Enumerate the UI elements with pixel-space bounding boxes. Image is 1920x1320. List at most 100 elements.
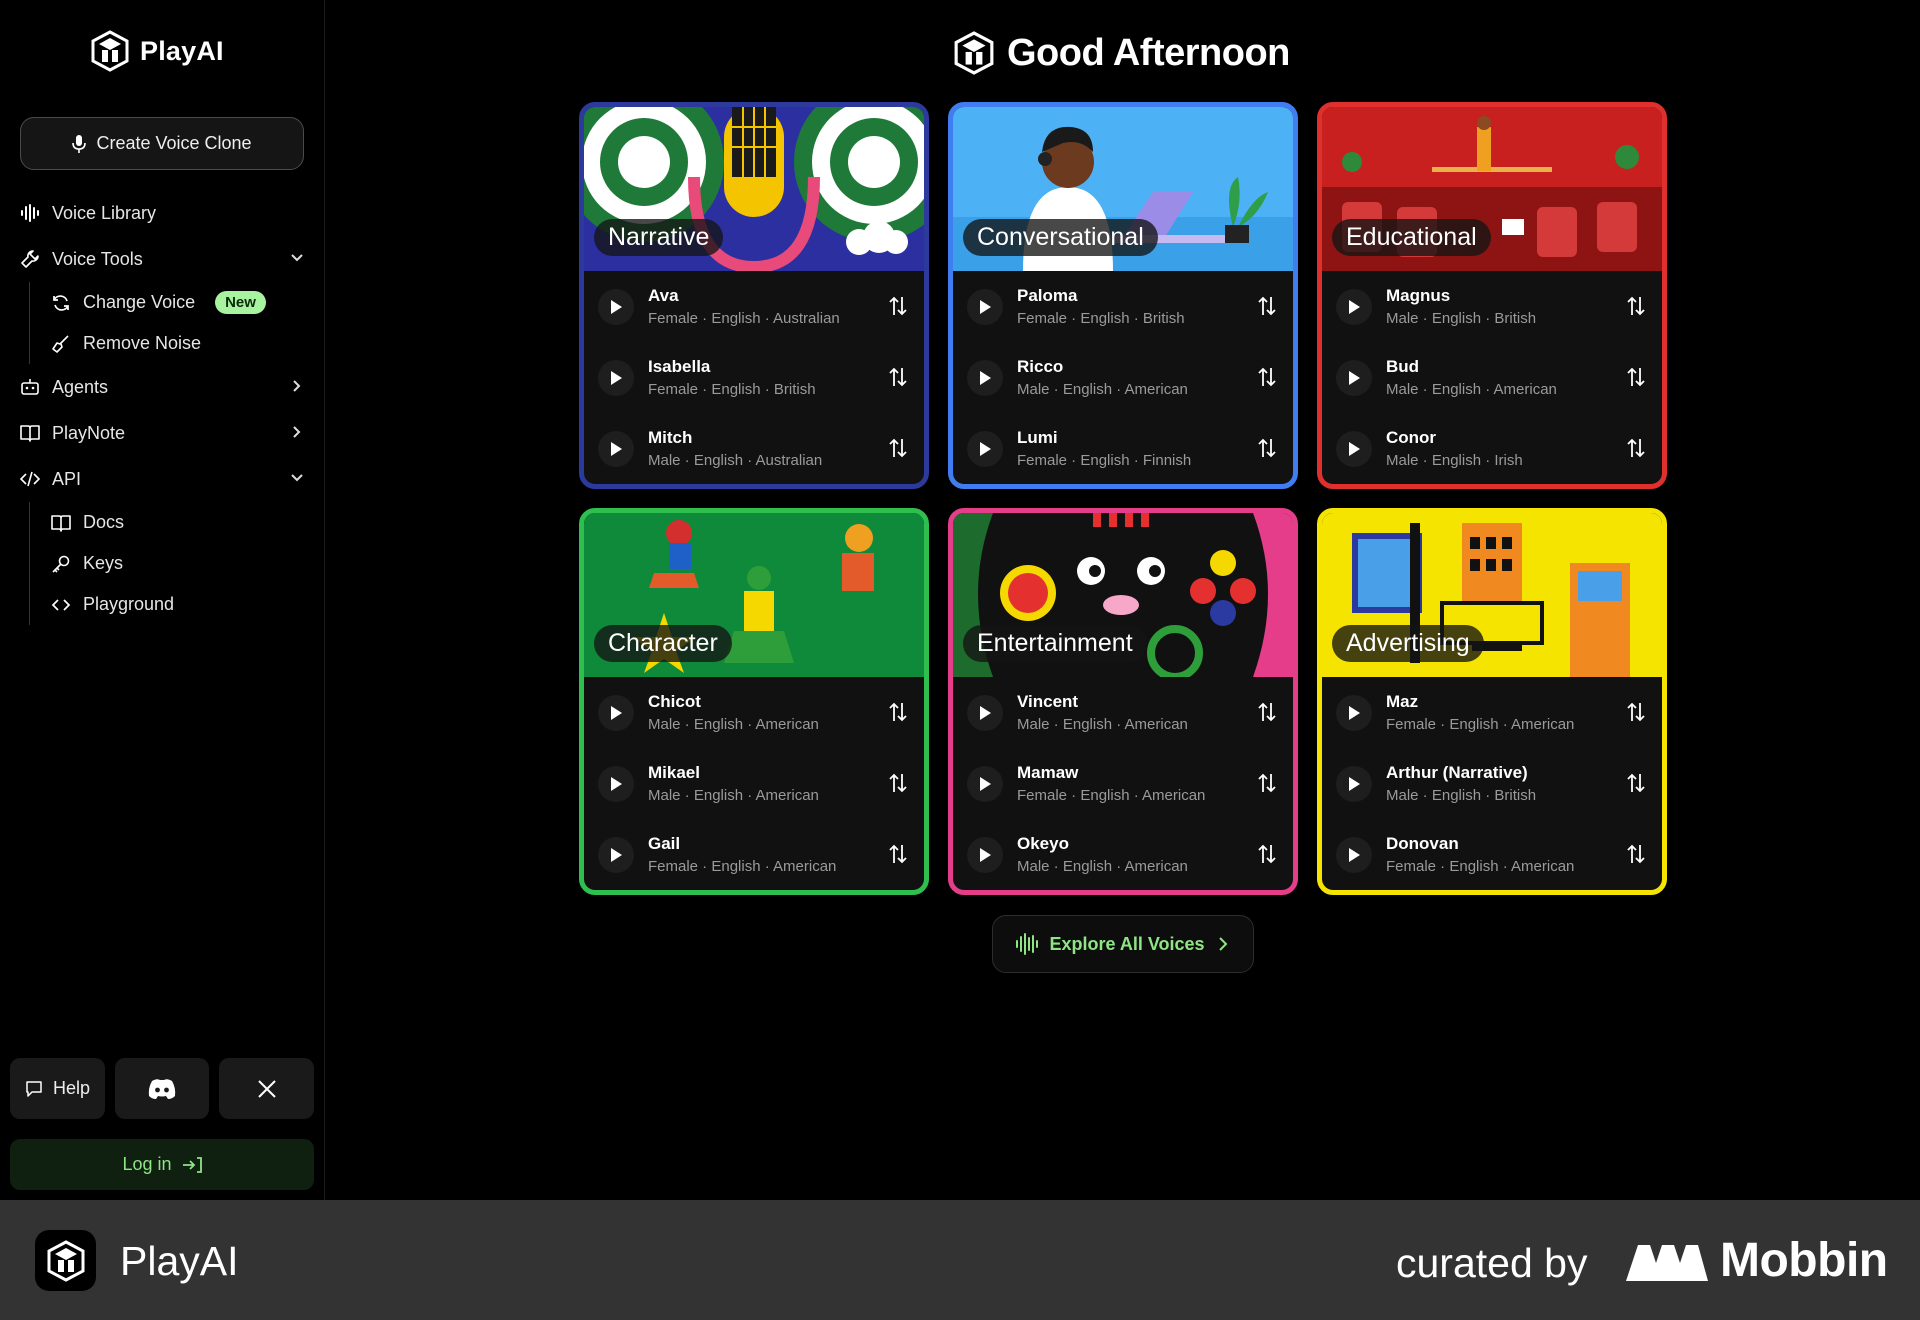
play-button[interactable]: [598, 359, 634, 396]
voice-meta: Male · English · British: [1386, 787, 1537, 804]
app-name: PlayAI: [140, 35, 224, 66]
category-card-entertainment[interactable]: Entertainment Vincent Male · English · Am…: [948, 508, 1298, 895]
sidebar-item-remove-noise[interactable]: Remove Noise: [51, 323, 306, 364]
sidebar: PlayAI Create Voice Clone Voice Library …: [0, 0, 325, 1200]
swap-arrows-icon[interactable]: [1626, 437, 1646, 459]
play-button[interactable]: [1336, 359, 1372, 396]
book-icon: [20, 425, 40, 442]
voice-row[interactable]: Okeyo Male · English · American: [953, 819, 1293, 890]
sidebar-item-voice-library[interactable]: Voice Library: [20, 190, 306, 236]
play-icon: [1349, 299, 1360, 314]
play-button[interactable]: [598, 765, 634, 802]
swap-arrows-icon[interactable]: [888, 437, 908, 459]
voice-row[interactable]: Bud Male · English · American: [1322, 342, 1662, 413]
swap-arrows-icon[interactable]: [1257, 437, 1277, 459]
voice-row[interactable]: Donovan Female · English · American: [1322, 819, 1662, 890]
play-button[interactable]: [598, 288, 634, 325]
play-button[interactable]: [967, 765, 1003, 802]
chevron-down-icon[interactable]: [288, 469, 306, 487]
explore-all-voices-button[interactable]: Explore All Voices: [992, 915, 1254, 973]
chevron-right-icon[interactable]: [288, 377, 306, 395]
voice-row[interactable]: Magnus Male · English · British: [1322, 271, 1662, 342]
sidebar-item-change-voice[interactable]: Change Voice New: [51, 282, 306, 323]
voice-row[interactable]: Conor Male · English · Irish: [1322, 413, 1662, 484]
play-icon: [980, 847, 991, 862]
discord-button[interactable]: [115, 1058, 209, 1119]
play-button[interactable]: [1336, 694, 1372, 731]
voice-row[interactable]: Isabella Female · English · British: [584, 342, 924, 413]
swap-arrows-icon[interactable]: [1626, 366, 1646, 388]
play-icon: [980, 299, 991, 314]
swap-arrows-icon[interactable]: [1257, 701, 1277, 723]
category-card-conversational[interactable]: Conversational Paloma Female · English · …: [948, 102, 1298, 489]
card-category-label: Advertising: [1332, 625, 1484, 662]
sidebar-item-label: Remove Noise: [83, 333, 202, 353]
play-button[interactable]: [1336, 836, 1372, 873]
sidebar-item-playnote[interactable]: PlayNote: [20, 410, 306, 456]
play-button[interactable]: [1336, 430, 1372, 467]
voice-row[interactable]: Mamaw Female · English · American: [953, 748, 1293, 819]
sidebar-item-agents[interactable]: Agents: [20, 364, 306, 410]
swap-arrows-icon[interactable]: [888, 295, 908, 317]
category-card-narrative[interactable]: Narrative Ava Female · English · Australi…: [579, 102, 929, 489]
category-card-educational[interactable]: Educational Magnus Male · English · Briti…: [1317, 102, 1667, 489]
voice-row[interactable]: Maz Female · English · American: [1322, 677, 1662, 748]
voice-name: Paloma: [1017, 286, 1078, 305]
voice-row[interactable]: Mitch Male · English · Australian: [584, 413, 924, 484]
voice-name: Mitch: [648, 428, 693, 447]
category-card-character[interactable]: Character Chicot Male · English · America…: [579, 508, 929, 895]
key-icon: [52, 555, 70, 573]
voice-row[interactable]: Paloma Female · English · British: [953, 271, 1293, 342]
play-button[interactable]: [967, 359, 1003, 396]
voice-row[interactable]: Mikael Male · English · American: [584, 748, 924, 819]
voice-name: Okeyo: [1017, 834, 1069, 853]
swap-arrows-icon[interactable]: [888, 772, 908, 794]
login-button[interactable]: Log in: [10, 1139, 314, 1190]
swap-arrows-icon[interactable]: [1257, 843, 1277, 865]
swap-arrows-icon[interactable]: [1257, 772, 1277, 794]
voice-name: Donovan: [1386, 834, 1459, 853]
app-logo[interactable]: PlayAI: [90, 30, 224, 72]
swap-arrows-icon[interactable]: [1257, 295, 1277, 317]
swap-arrows-icon[interactable]: [1626, 772, 1646, 794]
chevron-down-icon[interactable]: [288, 249, 306, 267]
play-button[interactable]: [1336, 765, 1372, 802]
voice-row[interactable]: Chicot Male · English · American: [584, 677, 924, 748]
play-button[interactable]: [1336, 288, 1372, 325]
play-button[interactable]: [598, 694, 634, 731]
play-icon: [1349, 847, 1360, 862]
voice-row[interactable]: Ava Female · English · Australian: [584, 271, 924, 342]
swap-arrows-icon[interactable]: [1257, 366, 1277, 388]
sidebar-item-voice-tools[interactable]: Voice Tools: [20, 236, 306, 282]
playai-logo-icon: [954, 31, 994, 75]
play-button[interactable]: [598, 836, 634, 873]
voice-row[interactable]: Arthur (Narrative) Male · English · Briti…: [1322, 748, 1662, 819]
voice-meta: Female · English · Australian: [648, 310, 840, 327]
voice-row[interactable]: Gail Female · English · American: [584, 819, 924, 890]
help-button[interactable]: Help: [10, 1058, 105, 1119]
sidebar-item-playground[interactable]: Playground: [51, 584, 306, 625]
swap-arrows-icon[interactable]: [888, 843, 908, 865]
voice-row[interactable]: Ricco Male · English · American: [953, 342, 1293, 413]
create-voice-clone-button[interactable]: Create Voice Clone: [20, 117, 304, 170]
x-twitter-button[interactable]: [219, 1058, 314, 1119]
play-button[interactable]: [598, 430, 634, 467]
sidebar-item-api[interactable]: API: [20, 456, 306, 502]
voice-tools-submenu: Change Voice New Remove Noise: [29, 282, 306, 364]
play-button[interactable]: [967, 288, 1003, 325]
play-button[interactable]: [967, 430, 1003, 467]
swap-arrows-icon[interactable]: [1626, 843, 1646, 865]
card-category-label: Entertainment: [963, 625, 1147, 662]
swap-arrows-icon[interactable]: [888, 701, 908, 723]
swap-arrows-icon[interactable]: [1626, 295, 1646, 317]
play-button[interactable]: [967, 836, 1003, 873]
play-button[interactable]: [967, 694, 1003, 731]
chevron-right-icon[interactable]: [288, 423, 306, 441]
sidebar-item-keys[interactable]: Keys: [51, 543, 306, 584]
voice-row[interactable]: Lumi Female · English · Finnish: [953, 413, 1293, 484]
voice-row[interactable]: Vincent Male · English · American: [953, 677, 1293, 748]
sidebar-item-docs[interactable]: Docs: [51, 502, 306, 543]
swap-arrows-icon[interactable]: [1626, 701, 1646, 723]
category-card-advertising[interactable]: Advertising Maz Female · English · Americ…: [1317, 508, 1667, 895]
swap-arrows-icon[interactable]: [888, 366, 908, 388]
